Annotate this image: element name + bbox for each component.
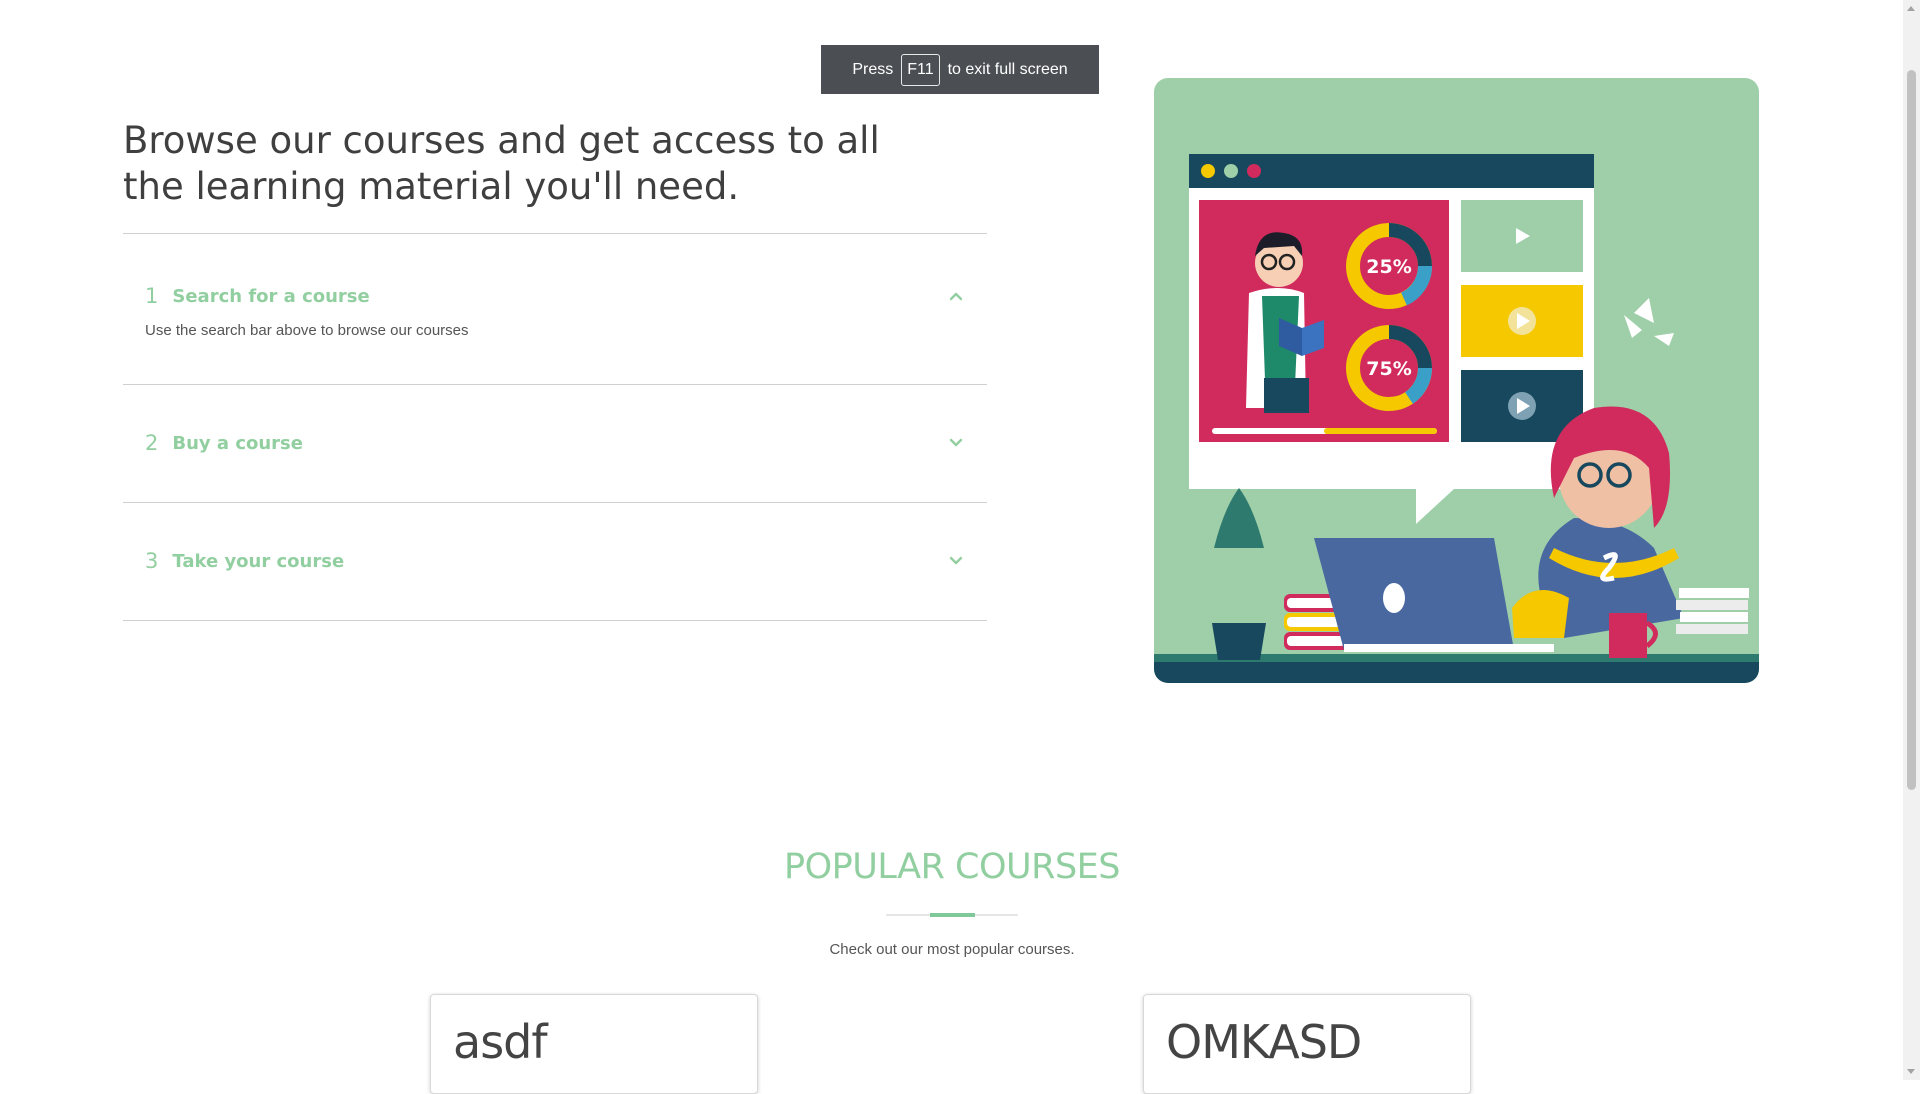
chevron-down-icon[interactable]: [947, 552, 965, 570]
chart-percent-bottom: 75%: [1366, 358, 1411, 380]
scrollbar-thumb[interactable]: [1907, 70, 1916, 790]
step-title: Buy a course: [172, 432, 303, 454]
accordion-item-search: 1 Search for a course Use the search bar…: [123, 234, 987, 385]
accordion-item-buy: 2 Buy a course: [123, 385, 987, 503]
page-scrollbar[interactable]: [1903, 0, 1920, 1080]
accordion-item-take: 3 Take your course: [123, 503, 987, 621]
step-title: Take your course: [172, 550, 345, 572]
step-number: 3: [145, 549, 159, 573]
page-headline: Browse our courses and get access to all…: [123, 119, 880, 208]
hero-illustration: 25% 75%: [1154, 78, 1759, 683]
title-divider-accent: [930, 913, 975, 917]
scroll-up-arrow-icon[interactable]: [1907, 6, 1915, 11]
accordion-header-take[interactable]: 3 Take your course: [145, 549, 965, 573]
f11-key: F11: [901, 53, 940, 86]
chevron-down-icon[interactable]: [947, 434, 965, 452]
course-name: asdf: [453, 1015, 548, 1069]
fullscreen-toast: Press F11 to exit full screen: [821, 45, 1099, 94]
scroll-down-arrow-icon[interactable]: [1907, 1069, 1915, 1074]
accordion-header-buy[interactable]: 2 Buy a course: [145, 431, 965, 455]
chevron-up-icon[interactable]: [947, 287, 965, 305]
accordion-body-search: Use the search bar above to browse our c…: [145, 322, 469, 339]
popular-courses-subtitle: Check out our most popular courses.: [829, 941, 1075, 958]
step-title: Search for a course: [172, 285, 370, 307]
step-number: 1: [145, 284, 159, 308]
popular-courses-title: POPULAR COURSES: [783, 847, 1121, 887]
course-card[interactable]: asdf: [430, 994, 758, 1094]
fullscreen-toast-suffix: to exit full screen: [947, 60, 1068, 78]
course-name: OMKASD: [1166, 1015, 1362, 1069]
fullscreen-toast-press: Press: [852, 60, 894, 78]
course-card[interactable]: OMKASD: [1143, 994, 1471, 1094]
step-number: 2: [145, 431, 159, 455]
accordion-header-search[interactable]: 1 Search for a course: [145, 284, 965, 308]
chart-percent-top: 25%: [1366, 256, 1411, 278]
steps-accordion: 1 Search for a course Use the search bar…: [123, 233, 987, 621]
